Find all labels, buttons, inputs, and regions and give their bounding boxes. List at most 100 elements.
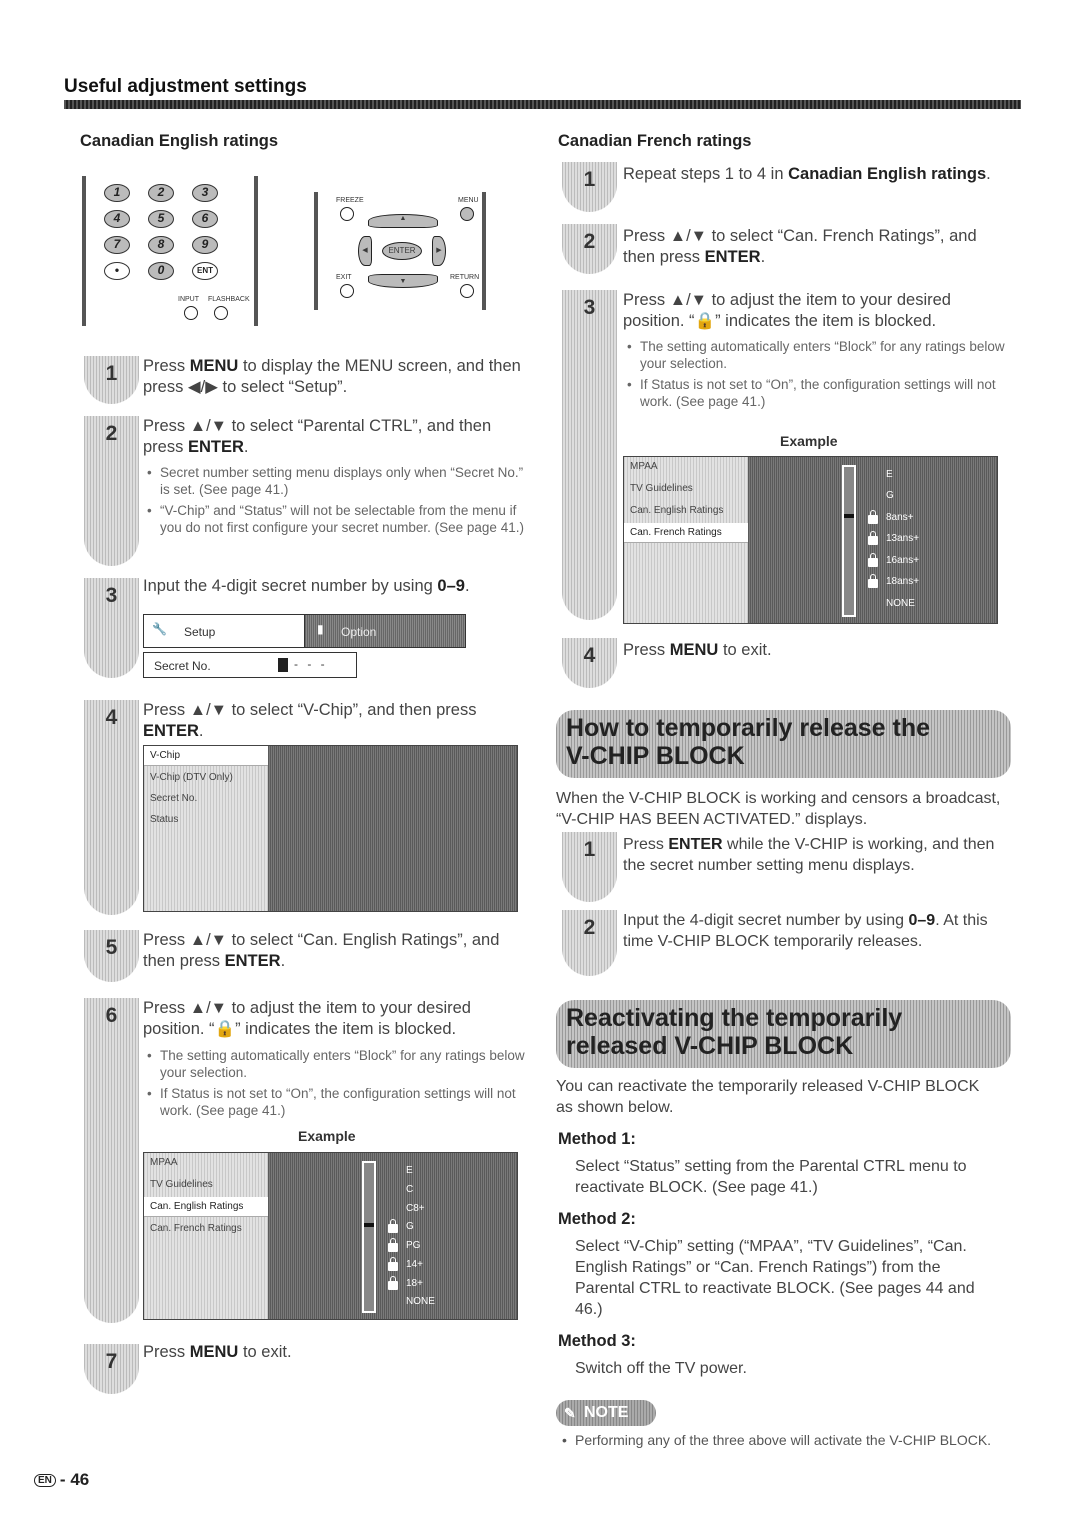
- remote-label-flashback: FLASHBACK: [208, 296, 250, 303]
- english-step-2-text: Press ▲/▼ to select “Parental CTRL”, and…: [143, 417, 492, 456]
- numpad-button-ent: ENT: [192, 262, 218, 280]
- numpad-button-8: 8: [148, 236, 174, 254]
- english-step-1-text: Press MENU to display the MENU screen, a…: [143, 357, 521, 396]
- english-menu-item[interactable]: Can. French Ratings: [150, 1223, 242, 1234]
- release-step-1-text: Press ENTER while the V-CHIP is working,…: [623, 836, 995, 874]
- remote-label-input: INPUT: [178, 296, 199, 303]
- english-step-4-text: Press ▲/▼ to select “V-Chip”, and then p…: [143, 701, 477, 740]
- freeze-button-icon: [340, 207, 354, 221]
- lock-icon: [388, 1219, 398, 1234]
- method-3-title: Method 3:: [558, 1332, 636, 1350]
- english-menu-item[interactable]: TV Guidelines: [150, 1179, 213, 1190]
- step-badge-3: 3: [84, 578, 139, 678]
- method-2-text: Select “V-Chip” setting (“MPAA”, “TV Gui…: [575, 1238, 975, 1318]
- fr-step-badge-1: 1: [562, 162, 617, 212]
- page-number: EN - 46: [34, 1470, 89, 1490]
- input-cursor: [278, 658, 288, 672]
- input-button-icon: [184, 306, 198, 320]
- english-rating-slider[interactable]: [362, 1161, 376, 1313]
- numpad-button-dot: •: [104, 262, 130, 280]
- secret-number-field[interactable]: Secret No. - - -: [143, 652, 357, 678]
- step-badge-1: 1: [84, 356, 139, 404]
- remote-label-exit: EXIT: [336, 274, 352, 281]
- menu-item[interactable]: Status: [150, 814, 178, 825]
- return-button-icon: [460, 284, 474, 298]
- reactivate-section-banner: Reactivating the temporarily released V-…: [556, 1000, 1011, 1068]
- english-step-3-text: Input the 4-digit secret number by using…: [143, 577, 470, 595]
- step-badge-2: 2: [84, 416, 139, 566]
- english-rating-item: 14+: [406, 1258, 423, 1270]
- english-rating-item: NONE: [406, 1296, 435, 1308]
- page-header: Useful adjustment settings: [64, 76, 307, 97]
- english-slider-knob[interactable]: [364, 1223, 374, 1228]
- option-icon: ▮: [317, 622, 324, 636]
- numpad-button-7: 7: [104, 236, 130, 254]
- english-step-6-text: Press ▲/▼ to adjust the item to your des…: [143, 999, 471, 1038]
- right-arrow-icon: ▶: [432, 236, 446, 266]
- english-menu-item[interactable]: MPAA: [150, 1157, 178, 1168]
- english-rating-item: C: [406, 1183, 414, 1195]
- release-step-badge-1: 1: [562, 832, 617, 902]
- setup-tab: 🔧 Setup: [143, 614, 305, 648]
- example-label: Example: [298, 1128, 356, 1144]
- french-rating-item: 18ans+: [886, 576, 920, 588]
- remote-label-menu: MENU: [458, 197, 479, 204]
- note-text: Performing any of the three above will a…: [560, 1432, 1000, 1449]
- method-1-title: Method 1:: [558, 1130, 636, 1148]
- numpad-button-6: 6: [192, 210, 218, 228]
- lock-icon: [868, 552, 878, 567]
- section-title-french: Canadian French ratings: [558, 132, 752, 150]
- french-step-2-text: Press ▲/▼ to select “Can. French Ratings…: [623, 227, 977, 266]
- menu-button-icon: [460, 207, 474, 221]
- numpad-button-5: 5: [148, 210, 174, 228]
- step-badge-7: 7: [84, 1344, 139, 1394]
- french-step-3-bullet-1: The setting automatically enters “Block”…: [625, 338, 1005, 372]
- french-ratings-screen: MPAA TV Guidelines Can. English Ratings Can…: [623, 456, 998, 624]
- french-rating-item: E: [886, 469, 893, 480]
- numpad-button-3: 3: [192, 184, 218, 202]
- note-badge: ✎ NOTE: [556, 1400, 656, 1426]
- english-step-5-text: Press ▲/▼ to select “Can. English Rating…: [143, 931, 500, 970]
- french-menu-item[interactable]: MPAA: [630, 461, 658, 472]
- french-rating-item: 16ans+: [886, 554, 920, 566]
- fr-step-badge-3: 3: [562, 290, 617, 620]
- numpad-button-0: 0: [148, 262, 174, 280]
- french-rating-item: 8ans+: [886, 511, 914, 523]
- lock-icon: [388, 1238, 398, 1252]
- french-menu-item[interactable]: TV Guidelines: [630, 483, 693, 494]
- reactivate-intro: You can reactivate the temporarily relea…: [556, 1078, 980, 1116]
- english-rating-item: G: [406, 1221, 414, 1233]
- english-step-7-text: Press MENU to exit.: [143, 1343, 292, 1361]
- method-3-text: Switch off the TV power.: [575, 1360, 747, 1377]
- step-badge-4: 4: [84, 700, 139, 915]
- french-rating-item: NONE: [886, 597, 915, 609]
- remote-label-freeze: FREEZE: [336, 197, 364, 204]
- numpad-button-4: 4: [104, 210, 130, 228]
- lock-icon: [868, 574, 878, 589]
- flashback-button-icon: [214, 306, 228, 320]
- french-slider-knob[interactable]: [844, 513, 854, 518]
- numpad-button-2: 2: [148, 184, 174, 202]
- wrench-icon: 🔧: [152, 622, 167, 636]
- option-tab: ▮ Option: [304, 614, 466, 648]
- enter-button-icon: ENTER: [382, 242, 422, 260]
- fr-step-badge-4: 4: [562, 638, 617, 688]
- menu-item[interactable]: V-Chip (DTV Only): [150, 772, 233, 783]
- english-rating-item: 18+: [406, 1277, 423, 1289]
- lock-icon: [388, 1275, 398, 1290]
- release-section-banner: How to temporarily release the V-CHIP BL…: [556, 710, 1011, 778]
- french-step-3-text: Press ▲/▼ to adjust the item to your des…: [623, 291, 951, 330]
- french-menu-item[interactable]: Can. English Ratings: [630, 505, 723, 516]
- french-step-3-bullet-2: If Status is not set to “On”, the config…: [625, 376, 1005, 410]
- menu-item[interactable]: Secret No.: [150, 793, 197, 804]
- section-title-english: Canadian English ratings: [80, 132, 279, 150]
- vchip-menu-screen: V-Chip V-Chip (DTV Only) Secret No. Stat…: [143, 745, 518, 912]
- french-step-1-text: Repeat steps 1 to 4 in Canadian English …: [623, 165, 991, 183]
- english-menu-item[interactable]: Can. English Ratings: [144, 1197, 268, 1217]
- menu-item-vchip[interactable]: V-Chip: [144, 746, 268, 766]
- french-menu-item[interactable]: Can. French Ratings: [624, 523, 748, 543]
- numpad-button-9: 9: [192, 236, 218, 254]
- step-badge-5: 5: [84, 930, 139, 982]
- header-divider: [64, 100, 1021, 109]
- french-rating-slider[interactable]: [842, 465, 856, 617]
